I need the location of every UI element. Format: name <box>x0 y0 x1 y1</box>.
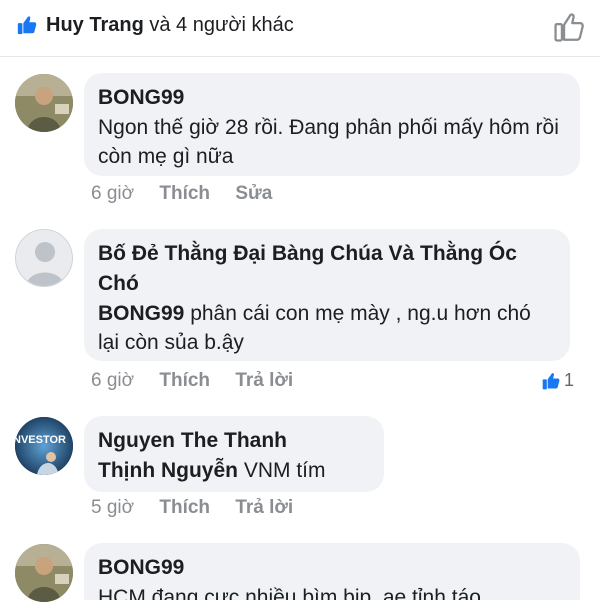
likers-text[interactable]: Huy Trang và 4 người khác <box>46 14 294 37</box>
avatar[interactable] <box>15 544 73 602</box>
comment-author[interactable]: Bố Đẻ Thằng Đại Bàng Chúa Và Thằng Óc Ch… <box>98 239 558 299</box>
comment-actions: 5 giờ Thích Trả lời <box>91 497 313 519</box>
likes-summary-bar: Huy Trang và 4 người khác <box>0 0 600 57</box>
liker-name: Huy Trang <box>46 14 144 36</box>
user-photo-icon <box>15 544 73 602</box>
user-photo-icon <box>15 74 73 132</box>
reply-button[interactable]: Trả lời <box>235 370 293 391</box>
comment-author[interactable]: Nguyen The Thanh <box>98 426 370 456</box>
comment-bubble[interactable]: BONG99 HCM đang cực nhiều bìm bịp, ae tỉ… <box>84 543 580 600</box>
mention-tag[interactable]: Thịnh Nguyễn <box>98 459 238 482</box>
comment-text: VNM tím <box>243 459 326 482</box>
like-button[interactable]: Thích <box>159 183 210 204</box>
like-thumb-icon <box>17 16 37 35</box>
investor-avatar-icon: NVESTOR <box>15 417 73 475</box>
like-button[interactable]: Thích <box>159 370 210 391</box>
avatar[interactable]: NVESTOR <box>15 417 73 475</box>
comment-time[interactable]: 6 giờ <box>91 370 134 391</box>
comment-text: HCM đang cực nhiều bìm bịp, ae tỉnh táo <box>98 586 481 600</box>
comment-text: Ngon thế giờ 28 rồi. Đang phân phối mấy … <box>98 116 559 168</box>
avatar[interactable] <box>15 74 73 132</box>
comment-author[interactable]: BONG99 <box>98 553 566 583</box>
reaction-count[interactable]: 1 <box>541 370 574 391</box>
comment-time[interactable]: 5 giờ <box>91 497 134 518</box>
like-button[interactable]: Thích <box>159 497 210 518</box>
mention-tag[interactable]: BONG99 <box>98 302 184 325</box>
comment-time[interactable]: 6 giờ <box>91 183 134 204</box>
edit-button[interactable]: Sửa <box>235 183 272 204</box>
reply-button[interactable]: Trả lời <box>235 497 293 518</box>
like-outline-icon[interactable] <box>552 10 586 44</box>
liker-rest: và 4 người khác <box>149 14 294 36</box>
comment-actions: 6 giờ Thích Sửa <box>91 183 292 205</box>
comment-actions: 6 giờ Thích Trả lời <box>91 370 313 392</box>
avatar[interactable] <box>15 229 73 287</box>
comment-bubble[interactable]: Nguyen The Thanh Thịnh Nguyễn VNM tím <box>84 416 384 492</box>
like-thumb-icon <box>542 372 560 389</box>
avatar-text: NVESTOR <box>15 434 66 446</box>
comment-body: BONG99 phân cái con mẹ mày , ng.u hơn ch… <box>98 299 556 357</box>
comment-bubble[interactable]: BONG99 Ngon thế giờ 28 rồi. Đang phân ph… <box>84 73 580 176</box>
comment-body: Thịnh Nguyễn VNM tím <box>98 456 370 485</box>
comment-bubble[interactable]: Bố Đẻ Thằng Đại Bàng Chúa Và Thằng Óc Ch… <box>84 229 570 361</box>
comment-author[interactable]: BONG99 <box>98 83 566 113</box>
reaction-number: 1 <box>563 370 574 390</box>
default-avatar-icon <box>16 230 72 286</box>
